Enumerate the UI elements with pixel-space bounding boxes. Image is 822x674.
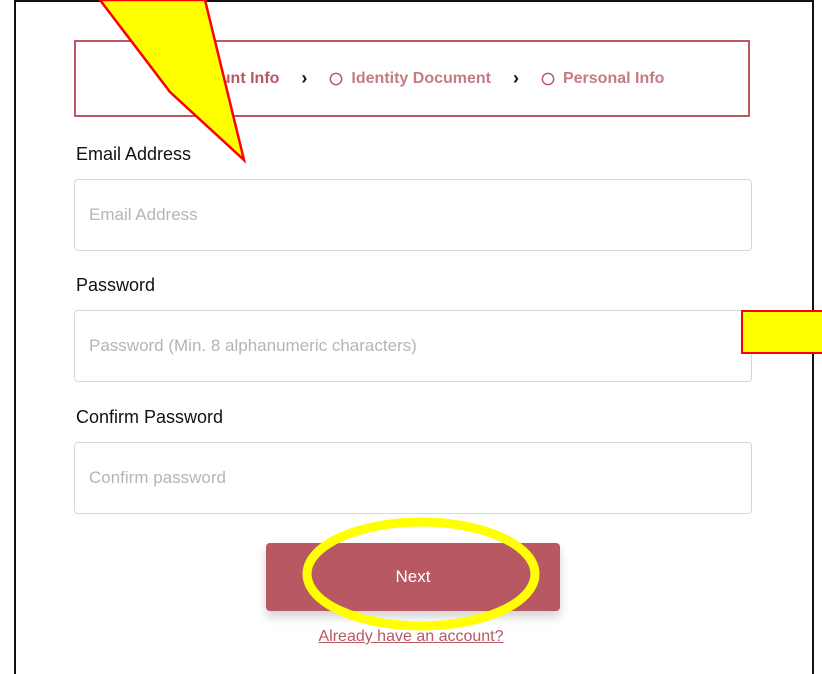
password-label: Password bbox=[76, 275, 156, 295]
step-label: Personal Info bbox=[562, 69, 665, 87]
step-label: Account Info bbox=[181, 69, 280, 87]
next-button[interactable]: Next bbox=[266, 543, 560, 611]
chevron-right-icon: › bbox=[512, 68, 519, 88]
email-field-wrapper bbox=[74, 179, 752, 251]
step-label: Identity Document bbox=[351, 69, 491, 87]
confirm-password-label: Confirm Password bbox=[76, 407, 224, 427]
login-link-container: Already have an account? bbox=[0, 628, 822, 646]
email-field[interactable] bbox=[75, 180, 751, 250]
chevron-right-icon: › bbox=[301, 68, 308, 88]
user-circle-icon bbox=[160, 71, 174, 86]
password-field-wrapper bbox=[74, 310, 752, 382]
email-label: Email Address bbox=[76, 144, 192, 164]
registration-stepper: Account Info › Identity Document › Perso… bbox=[74, 40, 750, 117]
step-account-info[interactable]: Account Info bbox=[160, 69, 280, 88]
confirm-password-field-wrapper bbox=[74, 442, 752, 514]
step-personal-info[interactable]: Personal Info bbox=[541, 70, 664, 88]
password-field[interactable] bbox=[75, 311, 751, 381]
already-have-account-link[interactable]: Already have an account? bbox=[318, 628, 503, 645]
confirm-password-field[interactable] bbox=[75, 443, 751, 513]
empty-circle-icon bbox=[541, 72, 555, 85]
empty-circle-icon bbox=[330, 72, 343, 85]
step-identity-document[interactable]: Identity Document bbox=[329, 70, 491, 88]
